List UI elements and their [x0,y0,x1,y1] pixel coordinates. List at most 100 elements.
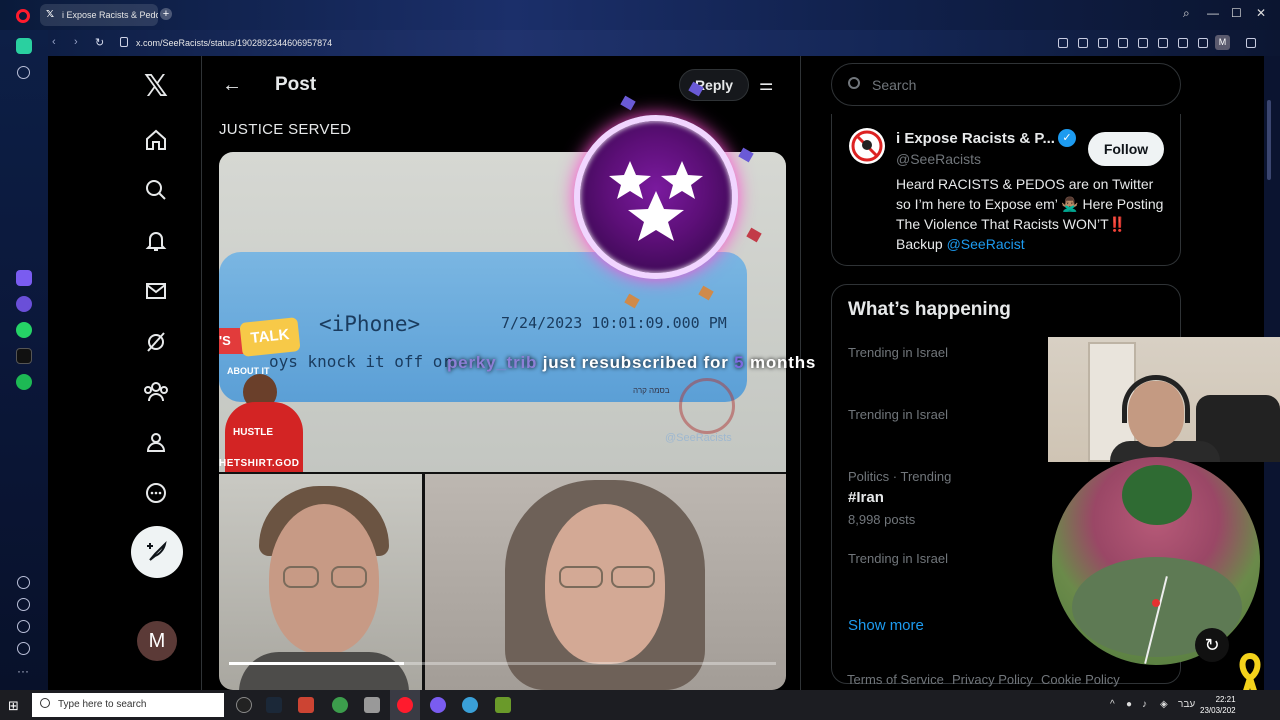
search-ext-icon[interactable] [1058,38,1068,48]
account-avatar[interactable]: M [137,621,177,661]
ai-app-icon[interactable] [16,270,32,286]
trend-category[interactable]: Politics · Trending [848,469,951,484]
taskbar-search-box[interactable]: Type here to search [32,693,224,717]
reload-icon[interactable]: ↻ [95,36,104,49]
menu-ext-icon[interactable] [1198,38,1208,48]
close-button[interactable]: ✕ [1256,6,1266,20]
x-left-nav: 𝕏 M [48,56,200,690]
taskbar-discord-icon[interactable] [430,697,446,713]
history-icon[interactable] [17,598,30,611]
whatsapp-icon[interactable] [16,322,32,338]
shield-ext-icon[interactable] [1118,38,1128,48]
footer-cookie-link[interactable]: Cookie Policy [1041,672,1120,687]
taskbar-search-placeholder: Type here to search [58,699,147,710]
download-ext-icon[interactable] [1178,38,1188,48]
opera-logo-icon[interactable] [16,9,30,23]
profile-avatar[interactable] [849,128,885,164]
tray-chevron-icon[interactable]: ^ [1110,699,1115,710]
clock-date: 23/03/202 [1200,706,1236,715]
minimize-button[interactable]: — [1207,6,1219,20]
back-arrow-icon[interactable]: ← [222,74,242,97]
settings-gear-icon[interactable] [17,642,30,655]
page-title: Post [275,74,317,95]
star-badge-icon [574,115,738,279]
card-device-text: <iPhone> [319,312,421,336]
url-field[interactable]: x.com/SeeRacists/status/1902892344606957… [136,38,332,48]
extensions-icon[interactable] [1246,38,1256,48]
forward-nav-icon[interactable]: › [74,36,78,48]
taskbar-chrome-icon[interactable] [332,697,348,713]
taskbar-opera-icon[interactable] [397,697,413,713]
new-tab-button[interactable]: + [160,8,172,20]
bio-link[interactable]: @SeeRacist [947,236,1025,252]
more-sidebar-icon[interactable]: ··· [17,664,30,678]
communities-icon[interactable] [142,378,170,406]
tray-volume-icon[interactable]: ♪ [1142,699,1147,710]
video-progress-bar[interactable] [229,662,776,665]
scrollbar-thumb[interactable] [1267,100,1271,180]
trend-category[interactable]: Trending in Israel [848,345,948,360]
search-placeholder: Search [872,77,917,93]
happening-title: What’s happening [848,299,1011,320]
x-logo-icon[interactable]: 𝕏 [142,70,170,103]
browser-search-icon[interactable]: ⌕ [1183,6,1190,21]
sliders-icon[interactable]: ⚌ [759,75,773,95]
tray-language[interactable]: עבר [1178,699,1195,710]
hustle-shirt-text: HUSTLE [233,427,273,438]
windows-start-icon[interactable]: ⊞ [8,698,19,714]
browser-tab[interactable]: 𝕏 i Expose Racists & Pedo [40,4,158,26]
edit-ext-icon[interactable] [1078,38,1088,48]
more-circle-icon[interactable] [142,479,170,507]
reply-button[interactable]: Reply [679,69,749,101]
spotify-icon[interactable] [16,374,32,390]
trend-category[interactable]: Trending in Israel [848,551,948,566]
tray-mic-icon[interactable]: ● [1126,699,1132,710]
back-nav-icon[interactable]: ‹ [52,36,56,48]
talk-sticker: TALK [239,317,301,357]
maximize-button[interactable]: ☐ [1231,6,1242,20]
play-ext-icon[interactable] [1138,38,1148,48]
speed-dial-icon[interactable] [17,66,30,79]
taskbar-app2-icon[interactable] [364,697,380,713]
watermark-logo-icon [679,378,735,434]
taskbar-steam-icon[interactable] [266,697,282,713]
profile-name[interactable]: i Expose Racists & P... [896,130,1055,147]
x-logo-icon: 𝕏 [46,9,55,20]
tray-network-icon[interactable]: ◈ [1160,699,1168,710]
explore-search-icon[interactable] [142,176,170,204]
taskbar-app3-icon[interactable] [462,697,478,713]
taskbar-app4-icon[interactable] [495,697,511,713]
webcam-overlay [1048,337,1280,462]
follow-button[interactable]: Follow [1088,132,1164,166]
notifications-bell-icon[interactable] [142,227,170,255]
taskbar-search-icon [40,698,50,708]
heart-sidebar-icon[interactable] [17,576,30,589]
watermark-handle: @SeeRacists [665,432,732,444]
profile-icon[interactable] [142,428,170,456]
trend-name[interactable]: #Iran [848,489,884,506]
taskbar-app-icon[interactable] [298,697,314,713]
taskbar-obs-icon[interactable] [236,697,252,713]
alert-username: perky_trib [447,353,538,372]
browser-profile-avatar[interactable]: M [1215,35,1230,50]
show-more-link[interactable]: Show more [848,617,924,634]
cube-icon[interactable] [17,620,30,633]
grok-icon[interactable] [142,328,170,356]
grok-fab-icon[interactable]: ↻ [1195,628,1229,662]
profile-handle[interactable]: @SeeRacists [896,151,981,167]
footer-terms-link[interactable]: Terms of Service [847,672,944,687]
camera-ext-icon[interactable] [1098,38,1108,48]
search-input[interactable]: Search [831,63,1181,106]
messenger-icon[interactable] [16,296,32,312]
mugshot-left [219,474,422,690]
heart-ext-icon[interactable] [1158,38,1168,48]
taskbar-clock[interactable]: 22:21 23/03/202 [1200,694,1236,716]
messages-mail-icon[interactable] [142,277,170,305]
compose-post-button[interactable] [131,526,183,578]
home-icon[interactable] [142,126,170,154]
trend-category[interactable]: Trending in Israel [848,407,948,422]
lock-icon [120,37,128,47]
footer-privacy-link[interactable]: Privacy Policy [952,672,1033,687]
aria-icon[interactable] [16,38,32,54]
x-sidebar-icon[interactable] [16,348,32,364]
